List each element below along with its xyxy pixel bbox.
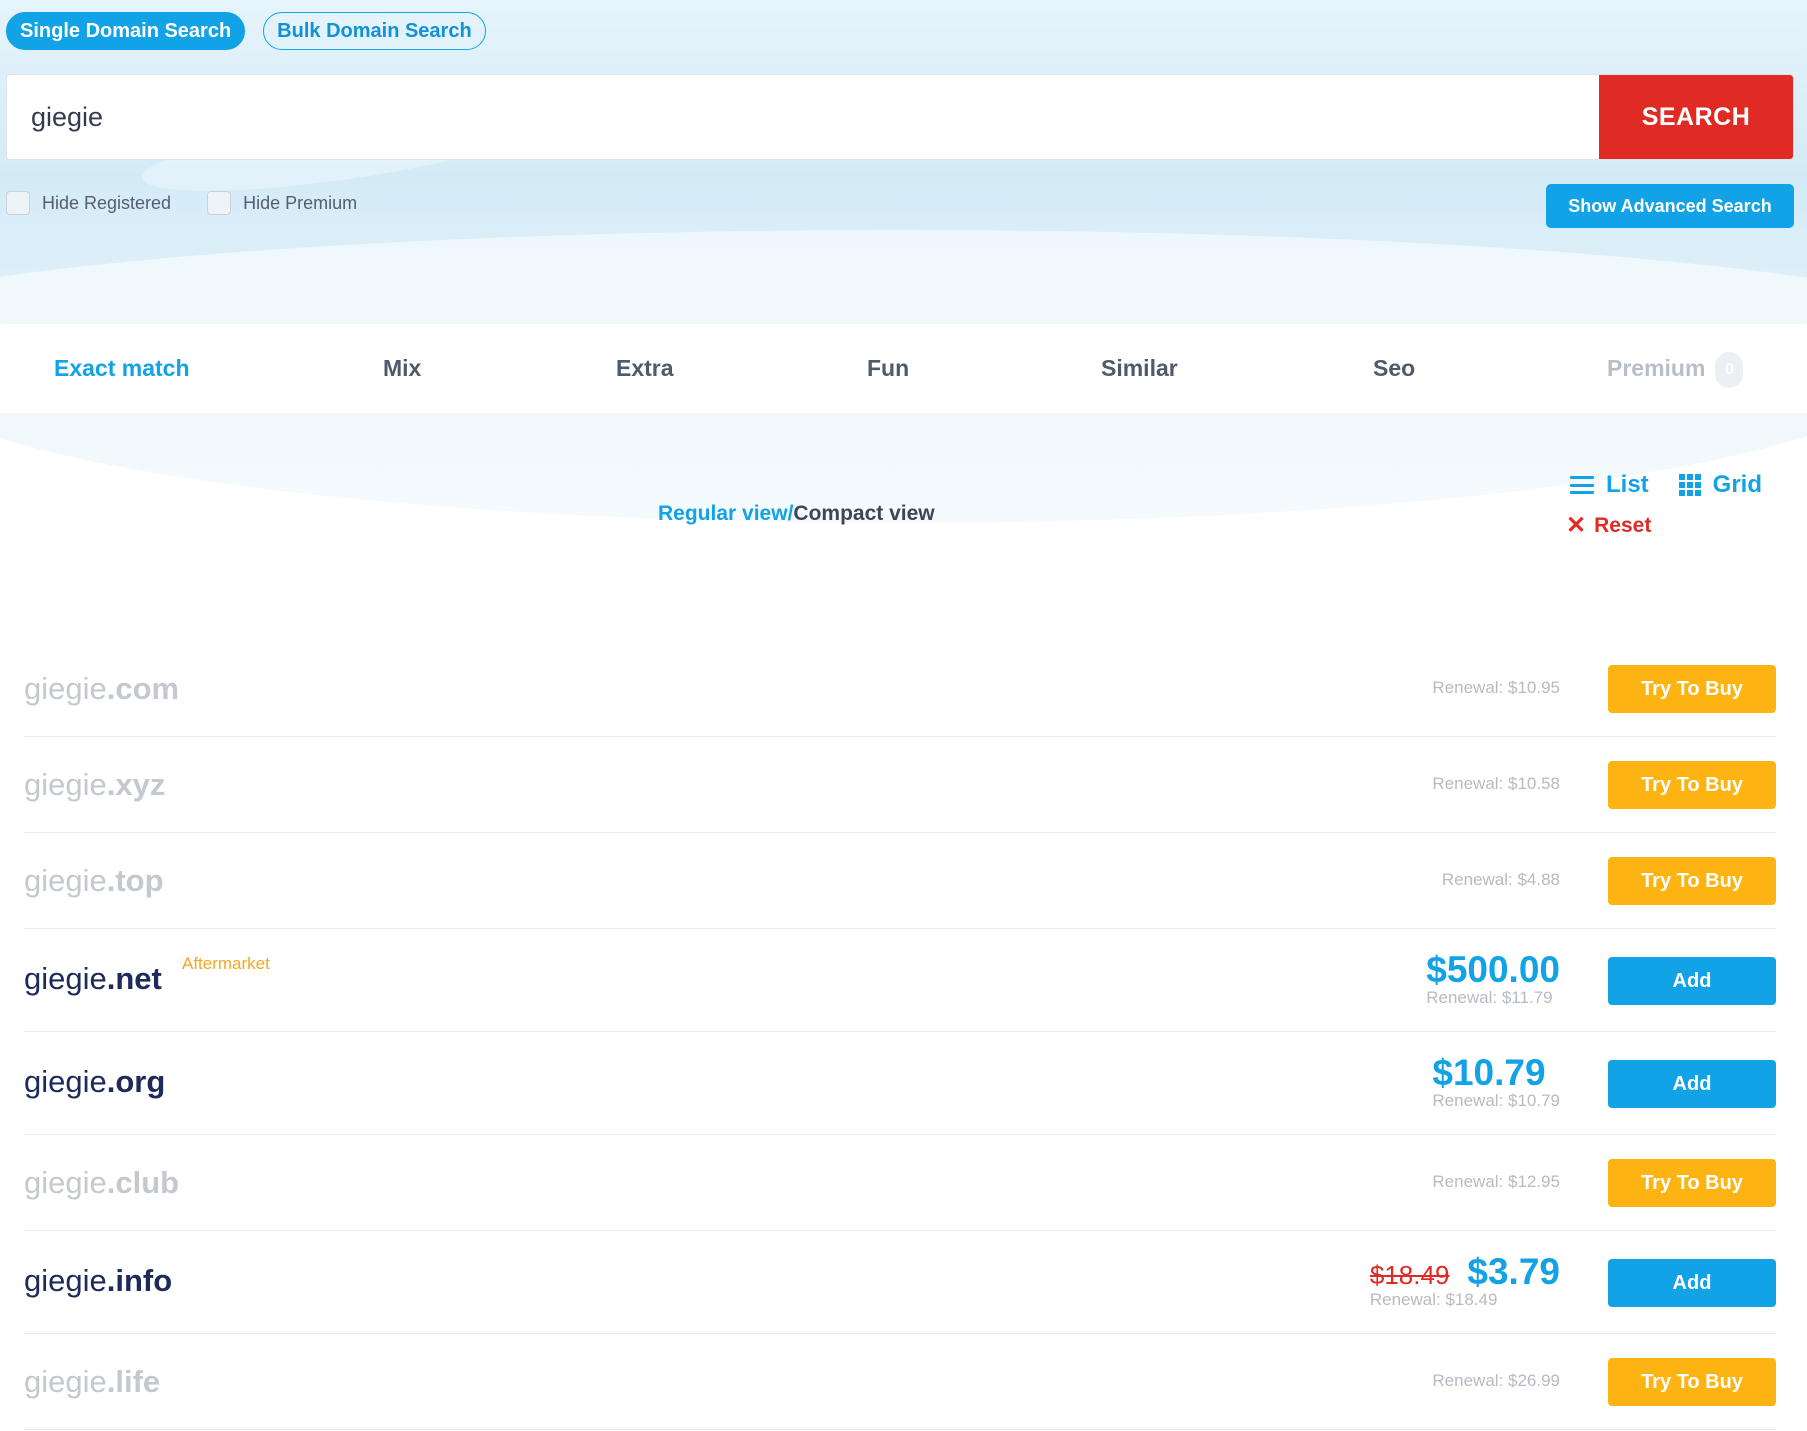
tab-seo[interactable]: Seo [1373, 324, 1415, 413]
domain-price: $18.49 $3.79 [1370, 1253, 1560, 1290]
domain-result-row: giegie.top Renewal: $4.88 Try To Buy [24, 833, 1776, 929]
domain-name: giegie.net [24, 961, 162, 996]
renewal-price: Renewal: $18.49 [1369, 1290, 1498, 1309]
results-background [0, 413, 1807, 553]
reset-label: Reset [1594, 514, 1652, 537]
price-block: Renewal: $12.95 [1432, 1172, 1560, 1192]
renewal-price: Renewal: $11.79 [1426, 988, 1553, 1007]
hide-registered-filter[interactable]: Hide Registered [6, 191, 171, 215]
tab-fun[interactable]: Fun [867, 324, 909, 413]
try-to-buy-button[interactable]: Try To Buy [1608, 857, 1776, 905]
price-block: Renewal: $26.99 [1432, 1371, 1560, 1391]
domain-result-row: giegie.net Aftermarket $500.00 Renewal: … [24, 929, 1776, 1032]
renewal-price: Renewal: $10.79 [1432, 1091, 1560, 1110]
tab-extra[interactable]: Extra [616, 324, 674, 413]
original-price: $18.49 [1369, 1260, 1450, 1290]
renewal-price: Renewal: $4.88 [1441, 870, 1560, 889]
domain-name: giegie.info [24, 1263, 173, 1298]
category-tabs: Exact match Mix Extra Fun Similar Seo Pr… [0, 324, 1807, 413]
add-to-cart-button[interactable]: Add [1608, 957, 1776, 1005]
tab-mix[interactable]: Mix [383, 324, 421, 413]
domain-result-row: giegie.life Renewal: $26.99 Try To Buy [24, 1334, 1776, 1430]
hide-registered-label: Hide Registered [42, 192, 172, 213]
list-icon [1569, 476, 1594, 494]
domain-name: giegie.org [24, 1064, 166, 1099]
add-to-cart-button[interactable]: Add [1608, 1259, 1776, 1307]
domain-result-row: giegie.org $10.79 Renewal: $10.79 Add [24, 1032, 1776, 1135]
domain-result-row: giegie.info $18.49 $3.79 Renewal: $18.49 … [24, 1231, 1776, 1334]
domain-name: giegie.top [24, 863, 164, 898]
domain-name: giegie.xyz [24, 767, 166, 802]
grid-layout-button[interactable]: Grid [1678, 471, 1762, 499]
try-to-buy-button[interactable]: Try To Buy [1608, 1358, 1776, 1406]
domain-name: giegie.club [24, 1165, 180, 1200]
search-mode-tabs: Single Domain Search Bulk Domain Search [6, 12, 486, 50]
hero-background-shape [0, 230, 1807, 324]
domain-results-list: giegie.com Renewal: $10.95 Try To Buy gi… [24, 641, 1776, 1430]
hide-premium-checkbox[interactable] [207, 191, 232, 215]
domain-search-page: Single Domain Search Bulk Domain Search … [0, 0, 1807, 1431]
compact-view-link[interactable]: Compact view [793, 502, 934, 525]
search-input[interactable] [7, 75, 1599, 159]
renewal-price: Renewal: $10.95 [1432, 678, 1560, 697]
single-domain-search-tab[interactable]: Single Domain Search [6, 12, 246, 50]
search-button[interactable]: SEARCH [1599, 75, 1793, 159]
domain-name: giegie.life [24, 1364, 161, 1399]
list-layout-button[interactable]: List [1569, 471, 1649, 499]
bulk-domain-search-tab[interactable]: Bulk Domain Search [263, 12, 486, 50]
grid-label: Grid [1712, 471, 1762, 498]
domain-result-row: giegie.com Renewal: $10.95 Try To Buy [24, 641, 1776, 737]
search-bar: SEARCH [6, 74, 1794, 160]
show-advanced-search-button[interactable]: Show Advanced Search [1546, 184, 1794, 228]
tab-exact-match[interactable]: Exact match [54, 324, 190, 413]
hide-registered-checkbox[interactable] [6, 191, 30, 215]
price-block: $18.49 $3.79 Renewal: $18.49 [1370, 1253, 1560, 1310]
renewal-price: Renewal: $10.58 [1432, 774, 1560, 793]
price-block: Renewal: $4.88 [1442, 870, 1560, 890]
grid-icon [1678, 474, 1701, 496]
aftermarket-badge: Aftermarket [182, 954, 270, 973]
domain-result-row: giegie.club Renewal: $12.95 Try To Buy [24, 1135, 1776, 1231]
reset-button[interactable]: ✕ Reset [1566, 514, 1651, 538]
search-hero: Single Domain Search Bulk Domain Search … [0, 0, 1807, 324]
regular-view-link[interactable]: Regular view [658, 502, 788, 525]
tab-similar[interactable]: Similar [1101, 324, 1178, 413]
try-to-buy-button[interactable]: Try To Buy [1608, 1159, 1776, 1207]
price-block: $10.79 Renewal: $10.79 [1432, 1054, 1560, 1111]
price-block: Renewal: $10.95 [1432, 678, 1560, 698]
hide-premium-label: Hide Premium [243, 192, 358, 213]
try-to-buy-button[interactable]: Try To Buy [1608, 665, 1776, 713]
list-label: List [1605, 471, 1649, 498]
domain-name: giegie.com [24, 671, 180, 706]
renewal-price: Renewal: $12.95 [1432, 1172, 1560, 1191]
domain-price: $500.00 [1426, 949, 1560, 990]
hide-premium-filter[interactable]: Hide Premium [207, 191, 357, 215]
domain-price: $10.79 [1432, 1052, 1546, 1093]
price-block: $500.00 Renewal: $11.79 [1426, 951, 1560, 1008]
premium-count-badge: 0 [1715, 351, 1744, 388]
layout-controls: List Grid [1569, 471, 1762, 499]
add-to-cart-button[interactable]: Add [1608, 1060, 1776, 1108]
tab-premium-label: Premium [1607, 355, 1706, 381]
close-icon: ✕ [1566, 512, 1587, 539]
price-block: Renewal: $10.58 [1432, 774, 1560, 794]
domain-result-row: giegie.xyz Renewal: $10.58 Try To Buy [24, 737, 1776, 833]
tab-premium[interactable]: Premium 0 [1607, 324, 1744, 413]
search-filters: Hide Registered Hide Premium [6, 191, 357, 215]
sale-price: $3.79 [1467, 1251, 1560, 1292]
try-to-buy-button[interactable]: Try To Buy [1608, 761, 1776, 809]
renewal-price: Renewal: $26.99 [1432, 1371, 1560, 1390]
view-mode-toggle: Regular view/Compact view [658, 502, 935, 526]
